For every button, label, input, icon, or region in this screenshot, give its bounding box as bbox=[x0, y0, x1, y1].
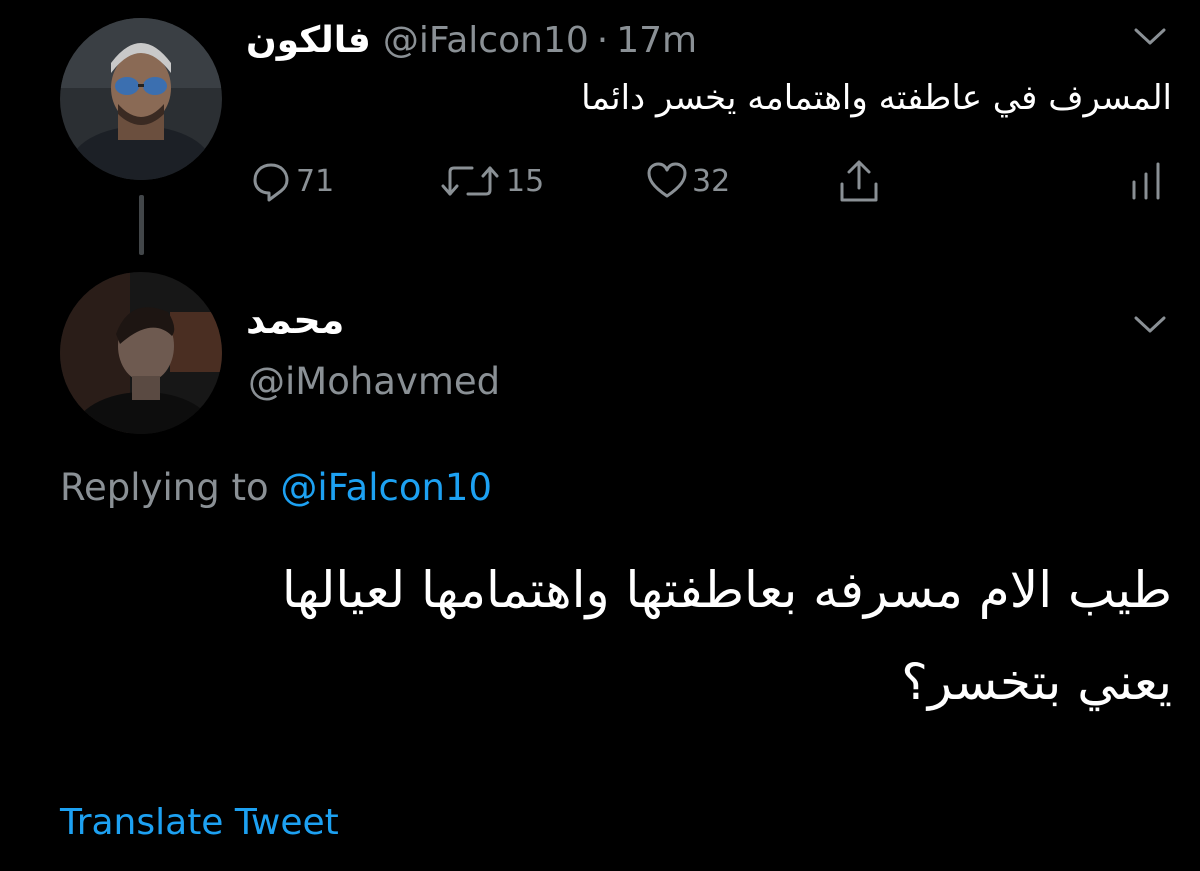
author-handle[interactable]: @iMohavmed bbox=[248, 360, 500, 403]
author-name[interactable]: محمد bbox=[246, 298, 344, 342]
heart-icon bbox=[647, 162, 687, 198]
replying-prefix: Replying to bbox=[60, 466, 281, 509]
author-name[interactable]: فالكون bbox=[246, 20, 371, 61]
reply-count: 71 bbox=[296, 163, 335, 199]
user-avatar-icon bbox=[60, 18, 222, 180]
retweet-count: 15 bbox=[506, 163, 545, 199]
analytics-button[interactable] bbox=[1128, 155, 1168, 207]
tweet-meta: @iFalcon10 · 17m bbox=[383, 20, 697, 61]
retweet-icon bbox=[441, 166, 499, 196]
reply-icon bbox=[253, 163, 289, 202]
analytics-icon bbox=[1132, 162, 1160, 200]
tweet-text-line: طيب الام مسرفه بعاطفتها واهتمامها لعياله… bbox=[281, 561, 1172, 619]
tweet-text-line: يعني بتخسر؟ bbox=[901, 653, 1172, 711]
tweet-timestamp[interactable]: 17m bbox=[616, 20, 697, 61]
avatar-ifalcon10[interactable] bbox=[60, 18, 222, 180]
like-button[interactable]: 32 bbox=[646, 155, 730, 207]
like-count: 32 bbox=[692, 163, 731, 199]
replying-to-mention-link[interactable]: @iFalcon10 bbox=[280, 466, 492, 509]
share-button[interactable] bbox=[836, 155, 886, 207]
avatar-imohavmed[interactable] bbox=[60, 272, 222, 434]
chevron-down-icon[interactable] bbox=[1130, 310, 1170, 338]
author-handle[interactable]: @iFalcon10 bbox=[383, 20, 589, 61]
thread-connector-line bbox=[139, 195, 144, 255]
replying-to: Replying to @iFalcon10 bbox=[60, 466, 492, 509]
translate-tweet-link[interactable]: Translate Tweet bbox=[60, 802, 339, 843]
user-avatar-icon bbox=[60, 272, 222, 434]
meta-separator: · bbox=[596, 19, 609, 61]
tweet1-header: فالكون @iFalcon10 · 17m bbox=[246, 14, 697, 66]
reply-button[interactable]: 71 bbox=[250, 155, 334, 207]
retweet-button[interactable]: 15 bbox=[440, 155, 544, 207]
tweet-text: المسرف في عاطفته واهتمامه يخسر دائما bbox=[581, 78, 1172, 118]
share-icon bbox=[840, 160, 878, 202]
chevron-down-icon[interactable] bbox=[1130, 22, 1170, 50]
tweet-text: طيب الام مسرفه بعاطفتها واهتمامها لعياله… bbox=[282, 544, 1172, 728]
